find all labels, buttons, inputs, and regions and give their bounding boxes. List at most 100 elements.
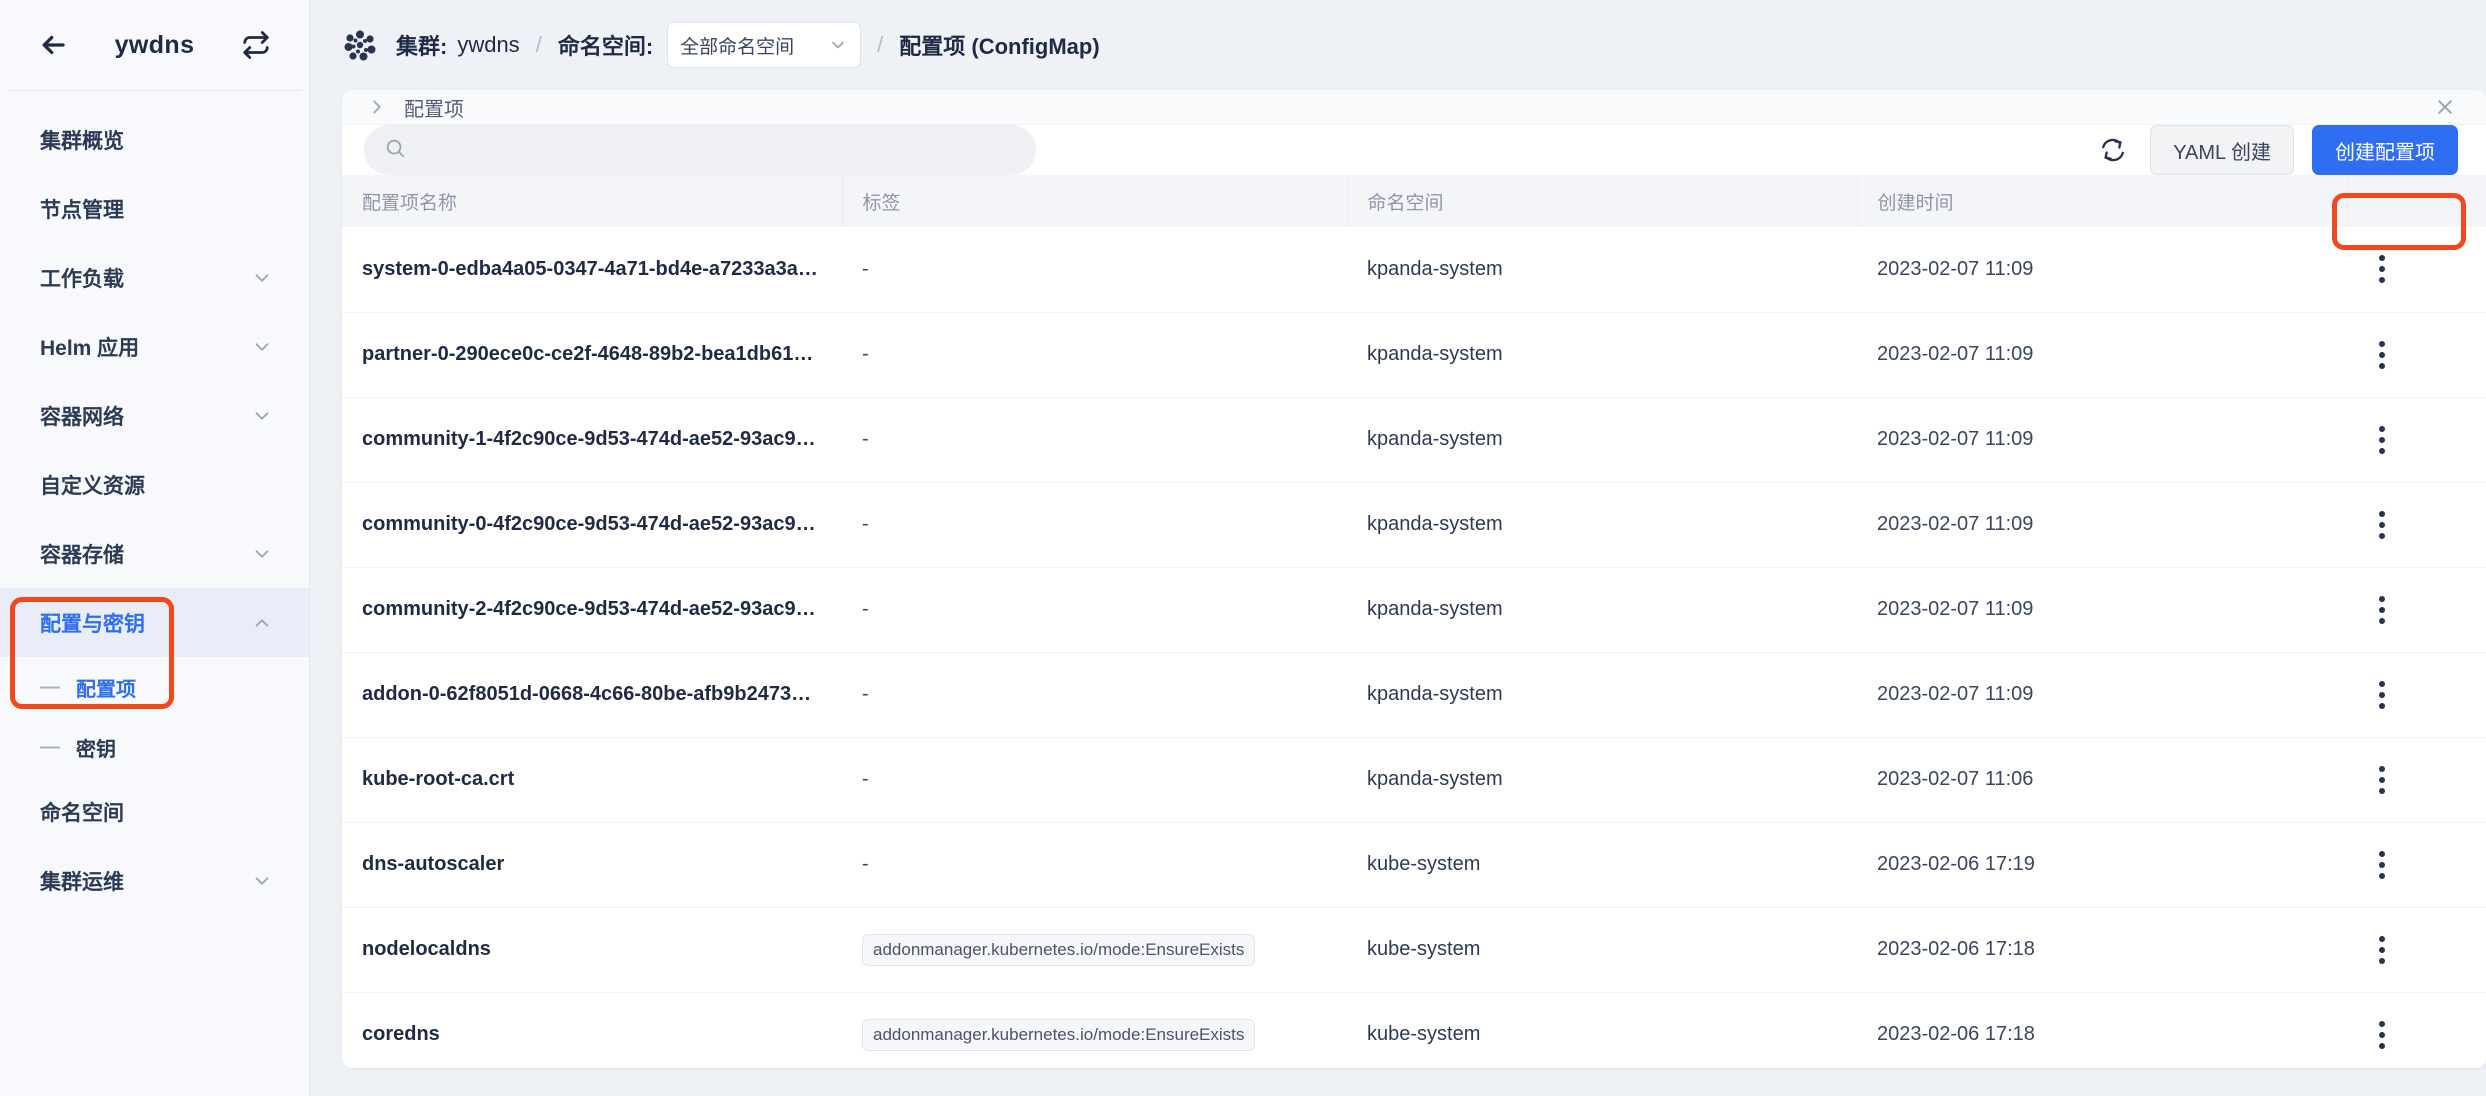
row-menu-icon[interactable] [2367,935,2397,964]
table-row[interactable]: nodelocaldns addonmanager.kubernetes.io/… [342,907,2486,992]
cell-actions [2347,312,2486,397]
cell-label: - [862,598,869,620]
sidebar-item-config-and-secrets[interactable]: 配置与密钥 [0,588,309,657]
breadcrumb-separator: / [877,32,884,57]
switch-cluster-icon[interactable] [239,28,273,62]
sidebar-item-label: 配置与密钥 [40,612,145,636]
sidebar-subitem-label: 密钥 [76,738,116,761]
content-panel: 配置项 YAML 创建 创建配置项 配置项名称 标签 命名空间 创建时间 sys… [342,90,2486,1068]
cell-created: 2023-02-07 11:09 [1877,683,2034,705]
cell-label: - [862,343,869,365]
cell-actions [2347,397,2486,482]
row-menu-icon[interactable] [2367,1020,2397,1049]
cell-name[interactable]: community-1-4f2c90ce-9d53-474d-ae52-93ac… [342,397,842,482]
chevron-down-icon [251,870,273,892]
cell-name[interactable]: community-0-4f2c90ce-9d53-474d-ae52-93ac… [342,482,842,567]
yaml-create-button[interactable]: YAML 创建 [2150,125,2294,175]
table-row[interactable]: community-1-4f2c90ce-9d53-474d-ae52-93ac… [342,397,2486,482]
cell-actions [2347,652,2486,737]
table-row[interactable]: system-0-edba4a05-0347-4a71-bd4e-a7233a3… [342,227,2486,312]
column-header-label[interactable]: 标签 [842,175,1348,227]
sidebar-item-label: 工作负载 [40,267,124,291]
cell-name[interactable]: addon-0-62f8051d-0668-4c66-80be-afb9b247… [342,652,842,737]
sidebar-item-secret[interactable]: — 密钥 [0,717,309,777]
sidebar-item-container-storage[interactable]: 容器存储 [0,519,309,588]
cell-name[interactable]: coredns [342,992,842,1068]
cell-name[interactable]: dns-autoscaler [342,822,842,907]
cell-created: 2023-02-07 11:09 [1877,513,2034,535]
search-icon [384,137,406,164]
sidebar-item-cluster-overview[interactable]: 集群概览 [0,105,309,174]
toolbar-actions: YAML 创建 创建配置项 [2094,125,2464,175]
refresh-icon[interactable] [2094,131,2132,169]
table-row[interactable]: kube-root-ca.crt - kpanda-system 2023-02… [342,737,2486,822]
cell-label: addonmanager.kubernetes.io/mode:EnsureEx… [842,907,1347,992]
sidebar-item-workloads[interactable]: 工作负载 [0,243,309,312]
chevron-down-icon [828,35,848,55]
sidebar-item-helm-apps[interactable]: Helm 应用 [0,312,309,381]
cell-name[interactable]: nodelocaldns [342,907,842,992]
configmap-table: 配置项名称 标签 命名空间 创建时间 system-0-edba4a05-034… [342,175,2486,1068]
row-menu-icon[interactable] [2367,425,2397,454]
breadcrumb-cluster-value[interactable]: ywdns [457,32,519,58]
cell-name[interactable]: partner-0-290ece0c-ce2f-4648-89b2-bea1db… [342,312,842,397]
namespace-select[interactable]: 全部命名空间 [667,22,862,68]
sidebar-item-namespace[interactable]: 命名空间 [0,777,309,846]
row-menu-icon[interactable] [2367,850,2397,879]
table-row[interactable]: community-0-4f2c90ce-9d53-474d-ae52-93ac… [342,482,2486,567]
sidebar-item-label: 集群运维 [40,870,124,894]
cell-created: 2023-02-07 11:09 [1877,257,2034,280]
row-menu-icon[interactable] [2367,340,2397,369]
cell-actions [2347,992,2486,1068]
column-header-name[interactable]: 配置项名称 [342,175,843,227]
sidebar: ywdns 集群概览 节点管理 工作负载 Helm 应用 容器网络 自定义资源 … [0,0,310,1096]
column-header-created[interactable]: 创建时间 [1857,175,2348,227]
cluster-dots-icon [342,27,378,63]
chevron-down-icon [251,405,273,427]
cell-label: - [862,853,869,875]
row-menu-icon[interactable] [2367,255,2397,284]
table-row[interactable]: partner-0-290ece0c-ce2f-4648-89b2-bea1db… [342,312,2486,397]
label-tag: addonmanager.kubernetes.io/mode:EnsureEx… [862,1018,1256,1051]
row-menu-icon[interactable] [2367,510,2397,539]
chevron-down-icon [251,336,273,358]
page-title: 配置项 (ConfigMap) [899,34,1100,59]
column-header-namespace[interactable]: 命名空间 [1347,175,1858,227]
row-menu-icon[interactable] [2367,765,2397,794]
row-menu-icon[interactable] [2367,595,2397,624]
table-row[interactable]: dns-autoscaler - kube-system 2023-02-06 … [342,822,2486,907]
sidebar-item-container-network[interactable]: 容器网络 [0,381,309,450]
panel-breadcrumb-bar: 配置项 [342,90,2486,125]
namespace-select-value: 全部命名空间 [680,36,795,58]
cell-namespace: kpanda-system [1367,428,1503,450]
table-row[interactable]: community-2-4f2c90ce-9d53-474d-ae52-93ac… [342,567,2486,652]
chevron-right-icon[interactable] [366,96,388,118]
cell-name[interactable]: community-2-4f2c90ce-9d53-474d-ae52-93ac… [342,567,842,652]
cell-created: 2023-02-07 11:06 [1877,768,2034,790]
breadcrumb: 集群: ywdns / 命名空间: 全部命名空间 / 配置项 (ConfigMa… [310,0,2486,90]
create-configmap-button[interactable]: 创建配置项 [2312,125,2458,175]
sidebar-item-label: 容器网络 [40,405,124,429]
cell-namespace: kpanda-system [1367,683,1503,705]
back-icon[interactable] [36,28,70,62]
cell-created: 2023-02-06 17:18 [1877,1023,2035,1046]
breadcrumb-namespace-label: 命名空间: [557,34,654,59]
breadcrumb-cluster-label: 集群: [396,34,448,59]
sidebar-item-cluster-ops[interactable]: 集群运维 [0,846,309,915]
cell-label: - [862,683,869,705]
search-box[interactable] [364,125,1036,175]
search-input[interactable] [418,139,1016,161]
table-row[interactable]: coredns addonmanager.kubernetes.io/mode:… [342,992,2486,1068]
cell-namespace: kpanda-system [1367,257,1503,280]
row-menu-icon[interactable] [2367,680,2397,709]
cell-label: - [862,257,869,280]
close-icon[interactable] [2428,90,2462,124]
cell-name[interactable]: kube-root-ca.crt [342,737,842,822]
sidebar-item-node-management[interactable]: 节点管理 [0,174,309,243]
sidebar-item-custom-resources[interactable]: 自定义资源 [0,450,309,519]
label-tag: addonmanager.kubernetes.io/mode:EnsureEx… [862,933,1256,966]
cell-name[interactable]: system-0-edba4a05-0347-4a71-bd4e-a7233a3… [342,227,842,312]
sidebar-cluster-name: ywdns [114,30,195,59]
sidebar-item-configmap[interactable]: — 配置项 [0,657,309,717]
table-row[interactable]: addon-0-62f8051d-0668-4c66-80be-afb9b247… [342,652,2486,737]
